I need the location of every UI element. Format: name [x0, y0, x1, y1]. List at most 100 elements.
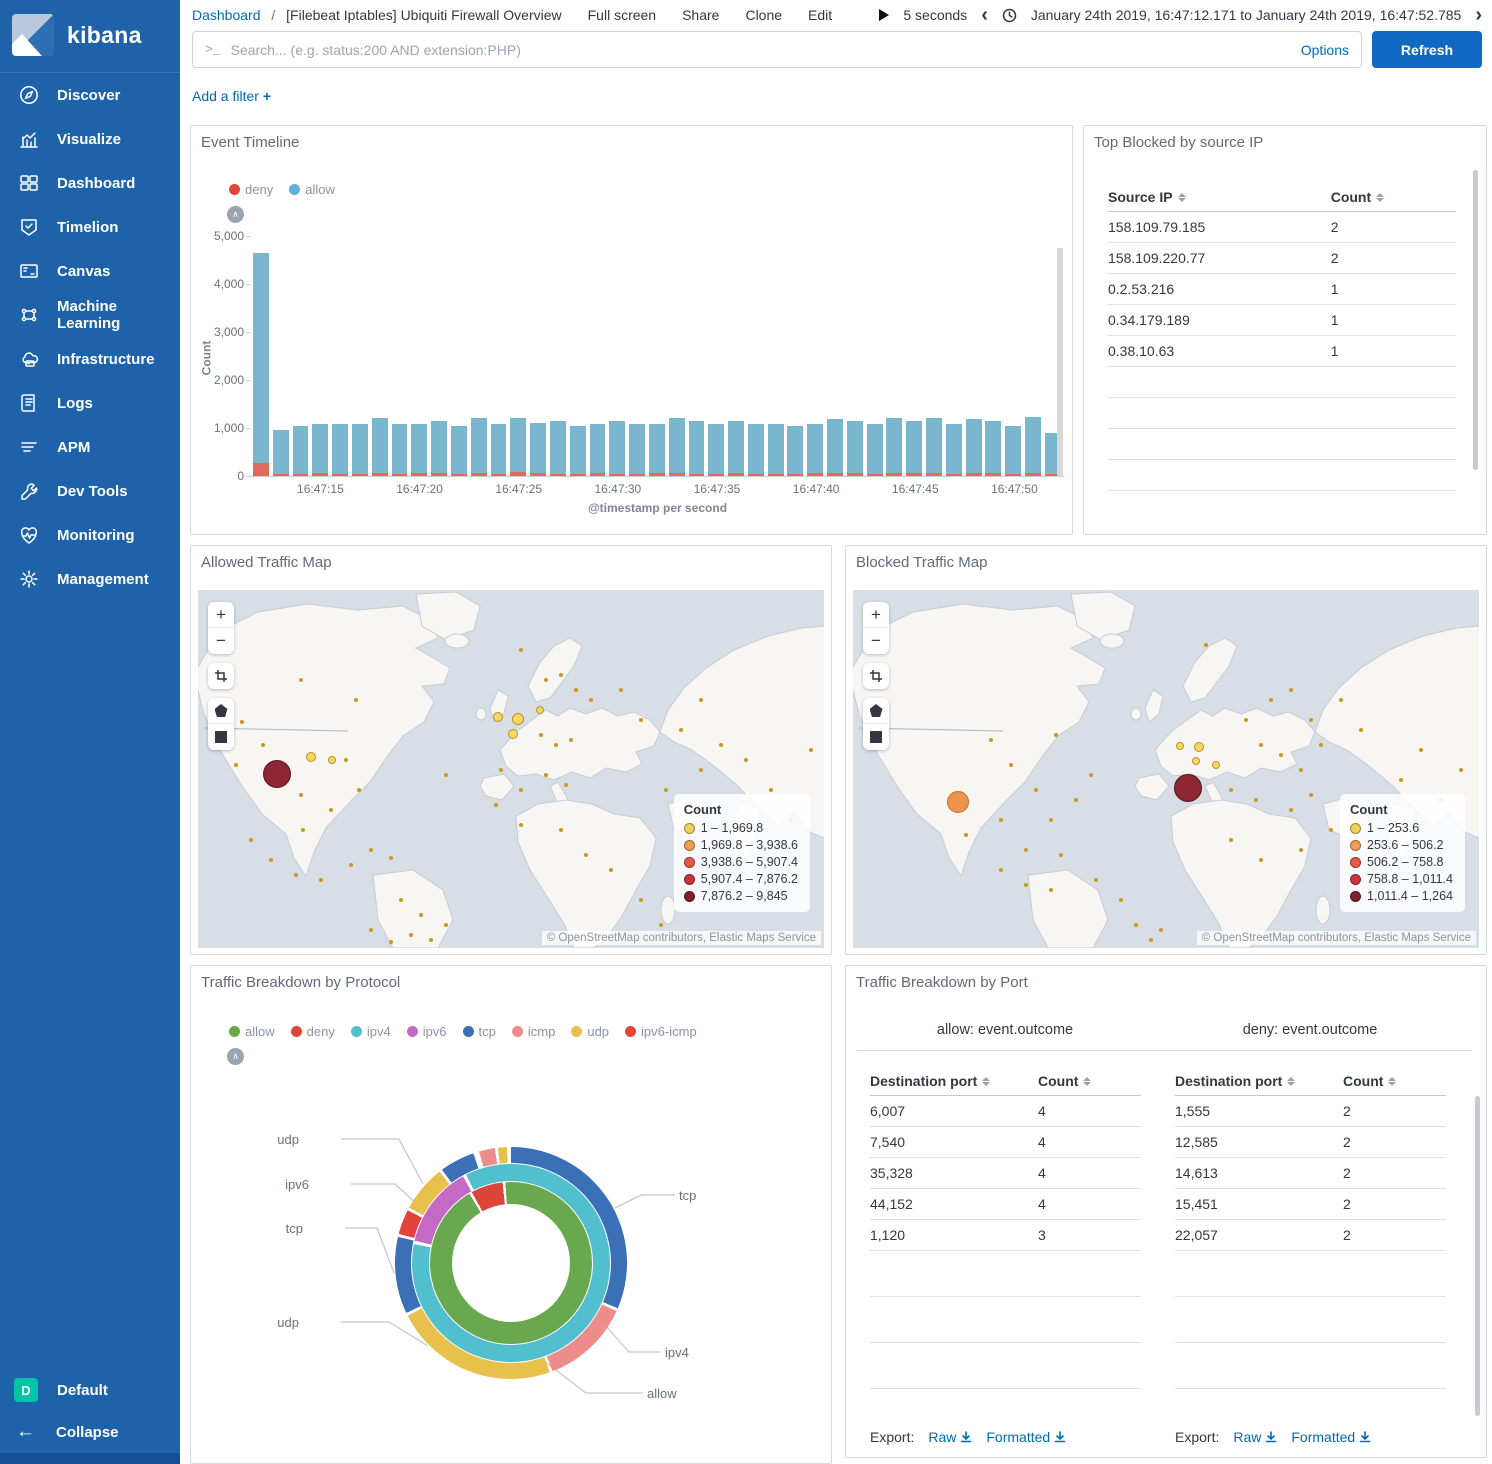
timeline-bar[interactable] [906, 421, 922, 476]
sidebar-item-dashboard[interactable]: Dashboard [0, 161, 180, 205]
sidebar-collapse-button[interactable]: ← Collapse [0, 1412, 180, 1452]
timeline-bar[interactable] [530, 423, 546, 476]
timeline-bar[interactable] [728, 421, 744, 476]
timeline-legend-item-deny[interactable]: deny [229, 182, 273, 197]
time-forward-chevron[interactable]: › [1475, 5, 1482, 25]
timeline-bar[interactable] [332, 424, 348, 476]
export-raw-link[interactable]: Raw [1233, 1429, 1277, 1445]
map-canvas[interactable]: +−Count1 – 253.6253.6 – 506.2506.2 – 758… [853, 590, 1479, 948]
sidebar-item-machine-learning[interactable]: Machine Learning [0, 293, 180, 337]
timeline-bar[interactable] [807, 424, 823, 476]
zoom-in-button[interactable]: + [208, 602, 234, 628]
sidebar-item-dev-tools[interactable]: Dev Tools [0, 469, 180, 513]
export-raw-link[interactable]: Raw [928, 1429, 972, 1445]
timeline-legend-item-allow[interactable]: allow [289, 182, 335, 197]
timeline-bar[interactable] [886, 418, 902, 476]
add-filter-link[interactable]: Add a filter + [192, 88, 271, 104]
sort-icon[interactable] [1083, 1077, 1091, 1086]
column-header-source-ip[interactable]: Source IP [1108, 189, 1331, 205]
draw-rectangle-button[interactable] [863, 724, 889, 750]
menu-item-full-screen[interactable]: Full screen [588, 7, 656, 23]
export-formatted-link[interactable]: Formatted [1291, 1429, 1371, 1445]
sidebar-item-visualize[interactable]: Visualize [0, 117, 180, 161]
breadcrumb-dashboard-link[interactable]: Dashboard [192, 7, 261, 23]
sort-icon[interactable] [1388, 1077, 1396, 1086]
sidebar-item-discover[interactable]: Discover [0, 73, 180, 117]
timeline-bar[interactable] [411, 424, 427, 476]
fit-to-data-button[interactable] [208, 663, 234, 689]
draw-rectangle-button[interactable] [208, 724, 234, 750]
timeline-bar[interactable] [609, 421, 625, 476]
search-input[interactable] [231, 42, 1301, 58]
timeline-bar[interactable] [768, 424, 784, 476]
sort-icon[interactable] [982, 1077, 990, 1086]
timeline-bar[interactable] [293, 426, 309, 476]
timeline-bar[interactable] [1005, 426, 1021, 476]
sidebar-item-timelion[interactable]: Timelion [0, 205, 180, 249]
timeline-bar[interactable] [649, 424, 665, 476]
timeline-bar[interactable] [352, 424, 368, 476]
zoom-out-button[interactable]: − [208, 628, 234, 654]
timeline-bar[interactable] [1025, 417, 1041, 477]
panel-scrollbar[interactable] [1475, 1096, 1480, 1416]
timeline-bar[interactable] [392, 424, 408, 476]
sidebar-item-default-space[interactable]: D Default [0, 1368, 180, 1412]
timeline-bar[interactable] [966, 419, 982, 476]
timeline-bar[interactable] [491, 424, 507, 476]
timeline-bar[interactable] [926, 418, 942, 476]
zoom-in-button[interactable]: + [863, 602, 889, 628]
timeline-bar[interactable] [451, 426, 467, 476]
timeline-bar[interactable] [708, 424, 724, 476]
timeline-bar[interactable] [985, 421, 1001, 476]
timeline-bar[interactable] [867, 424, 883, 476]
timeline-bar[interactable] [273, 430, 289, 476]
sort-icon[interactable] [1287, 1077, 1295, 1086]
panel-scrollbar[interactable] [1473, 170, 1478, 470]
timeline-bar[interactable] [689, 421, 705, 476]
column-header-count[interactable]: Count [1038, 1073, 1141, 1089]
zoom-out-button[interactable]: − [863, 628, 889, 654]
timeline-bar[interactable] [787, 426, 803, 476]
timeline-bar[interactable] [827, 419, 843, 476]
column-header-count[interactable]: Count [1343, 1073, 1446, 1089]
timeline-bar[interactable] [629, 424, 645, 476]
export-formatted-link[interactable]: Formatted [986, 1429, 1066, 1445]
menu-item-edit[interactable]: Edit [808, 7, 832, 23]
sort-icon[interactable] [1178, 193, 1186, 202]
sidebar-item-management[interactable]: Management [0, 557, 180, 601]
kibana-logo-block[interactable]: kibana [0, 0, 180, 73]
sidebar-item-logs[interactable]: Logs [0, 381, 180, 425]
time-range-text[interactable]: January 24th 2019, 16:47:12.171 to Janua… [1031, 7, 1461, 23]
menu-item-share[interactable]: Share [682, 7, 719, 23]
refresh-interval-label[interactable]: 5 seconds [903, 7, 967, 23]
draw-polygon-button[interactable] [863, 698, 889, 724]
sidebar-item-apm[interactable]: APM [0, 425, 180, 469]
fit-to-data-button[interactable] [863, 663, 889, 689]
sidebar-item-canvas[interactable]: Canvas [0, 249, 180, 293]
timeline-bar[interactable] [510, 418, 526, 476]
play-icon[interactable] [879, 9, 889, 21]
timeline-bar[interactable] [946, 424, 962, 476]
timeline-bar[interactable] [590, 424, 606, 476]
timeline-bar[interactable] [253, 253, 269, 476]
sidebar-item-monitoring[interactable]: Monitoring [0, 513, 180, 557]
column-header-destination-port[interactable]: Destination port [1175, 1073, 1343, 1089]
map-canvas[interactable]: +−Count1 – 1,969.81,969.8 – 3,938.63,938… [198, 590, 824, 948]
sidebar-item-infrastructure[interactable]: Infrastructure [0, 337, 180, 381]
timeline-bar[interactable] [669, 418, 685, 476]
refresh-button[interactable]: Refresh [1372, 31, 1482, 68]
column-header-count[interactable]: Count [1331, 189, 1456, 205]
options-link[interactable]: Options [1301, 42, 1349, 58]
timeline-bar[interactable] [550, 421, 566, 476]
menu-item-clone[interactable]: Clone [745, 7, 782, 23]
timeline-bar[interactable] [372, 418, 388, 476]
timeline-bar[interactable] [471, 418, 487, 476]
timeline-bar[interactable] [847, 421, 863, 476]
sunburst-chart[interactable]: udpipv6tcpudptcpipv4allow [191, 966, 831, 1463]
timeline-bar[interactable] [312, 424, 328, 476]
draw-polygon-button[interactable] [208, 698, 234, 724]
timeline-bar[interactable] [570, 426, 586, 476]
time-back-chevron[interactable]: ‹ [981, 5, 988, 25]
timeline-bar[interactable] [748, 424, 764, 476]
legend-collapse-icon[interactable]: ∧ [227, 206, 244, 223]
